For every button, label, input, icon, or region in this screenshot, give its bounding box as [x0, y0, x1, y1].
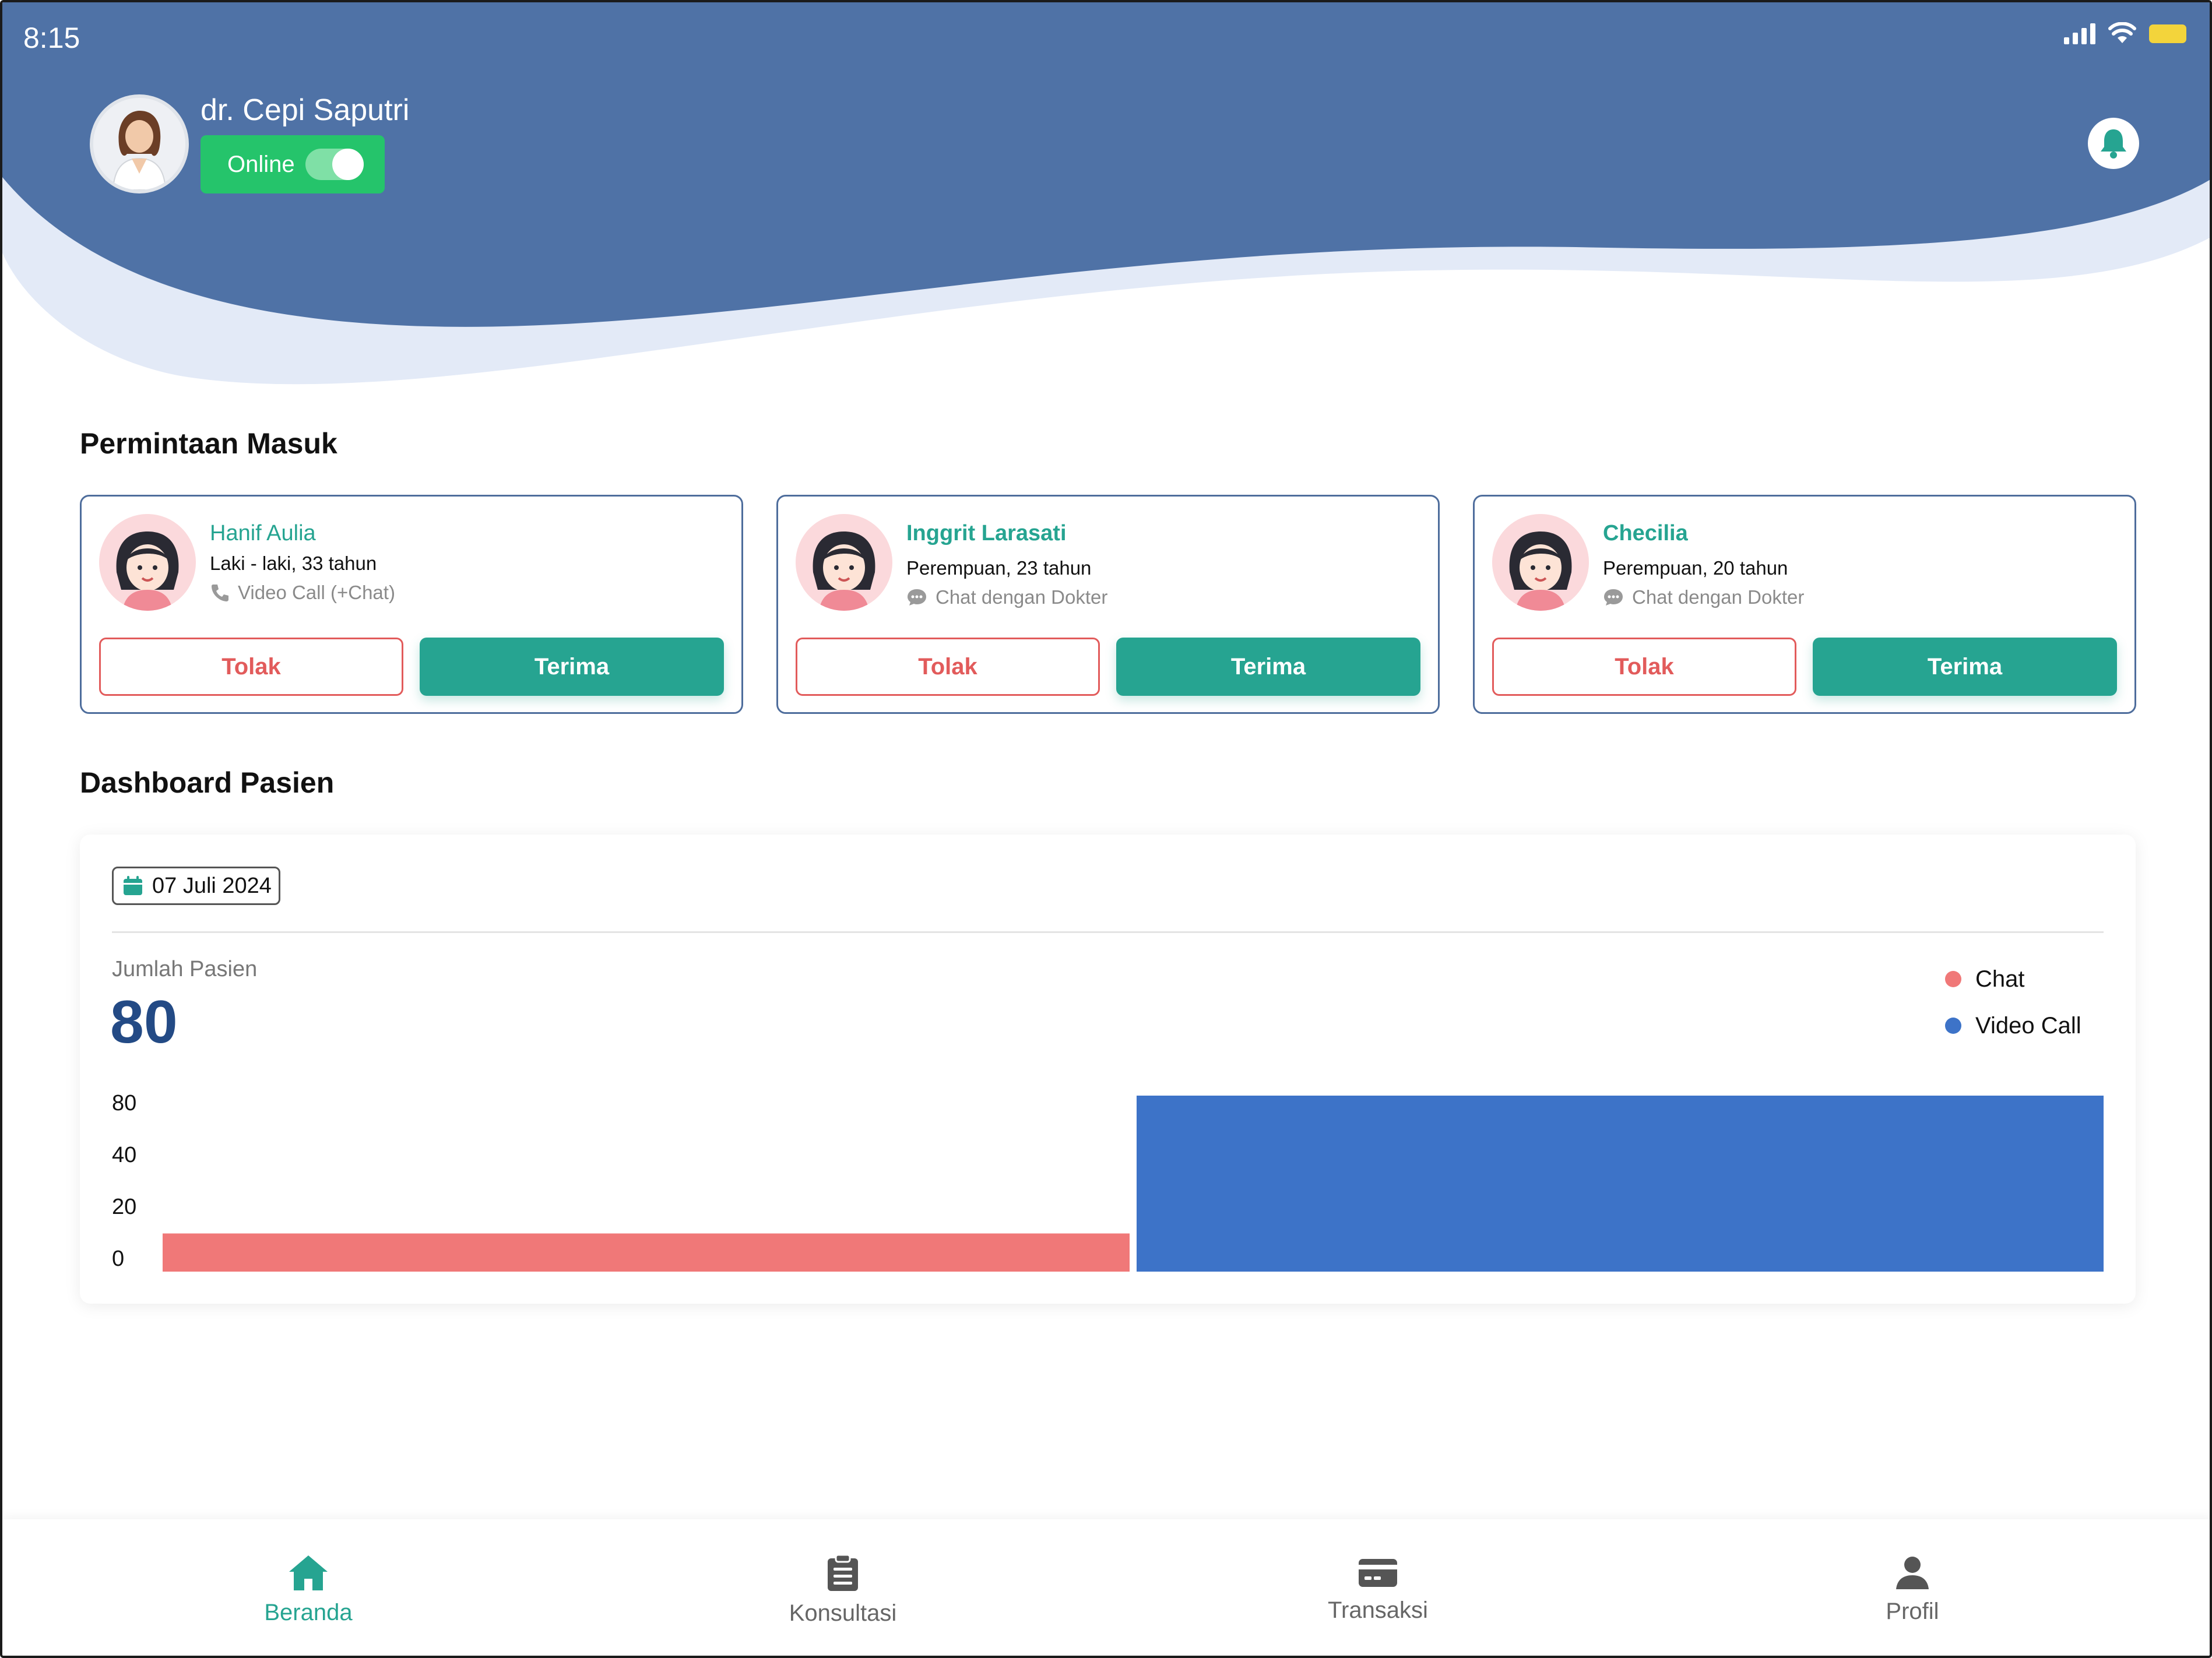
chat-bubble-icon	[908, 589, 926, 606]
doctor-name: dr. Cepi Saputri	[201, 93, 410, 127]
nav-item-profil[interactable]: Profil	[1796, 1519, 2029, 1656]
consult-type: Chat dengan Dokter	[1603, 586, 1804, 608]
nav-label: Konsultasi	[789, 1600, 897, 1626]
clipboard-icon	[828, 1554, 858, 1591]
online-status-label: Online	[227, 151, 295, 177]
nav-item-beranda[interactable]: Beranda	[192, 1519, 425, 1656]
reject-button[interactable]: Tolak	[1492, 638, 1796, 696]
patient-info: Perempuan, 23 tahun	[906, 557, 1092, 579]
y-tick-label: 0	[112, 1247, 124, 1271]
y-tick-label: 80	[112, 1091, 136, 1115]
status-time: 8:15	[23, 22, 80, 54]
reject-button[interactable]: Tolak	[796, 638, 1100, 696]
y-tick-label: 40	[112, 1143, 136, 1167]
patient-avatar	[796, 514, 892, 611]
bottom-navigation: Beranda Konsultasi Transaksi Profil	[2, 1519, 2210, 1656]
wifi-icon	[2108, 22, 2136, 43]
battery-icon	[2149, 24, 2186, 43]
notification-button[interactable]	[2088, 118, 2139, 169]
phone-icon	[212, 585, 228, 601]
nav-label: Profil	[1886, 1598, 1939, 1624]
consult-type-label: Video Call (+Chat)	[238, 582, 395, 603]
reject-button[interactable]: Tolak	[99, 638, 403, 696]
doctor-portrait	[93, 98, 185, 190]
consult-type-label: Chat dengan Dokter	[1632, 586, 1805, 608]
patient-avatar	[1492, 514, 1589, 611]
header-background	[2, 2, 2210, 385]
consult-type: Chat dengan Dokter	[906, 586, 1107, 608]
online-status-toggle[interactable]: Online	[201, 135, 385, 193]
accept-button[interactable]: Terima	[1813, 638, 2117, 696]
patient-info: Perempuan, 20 tahun	[1603, 557, 1788, 579]
nav-item-konsultasi[interactable]: Konsultasi	[726, 1519, 959, 1656]
doctor-avatar[interactable]	[90, 94, 189, 193]
bar-video-call[interactable]	[1137, 1096, 2104, 1272]
bell-icon	[2101, 129, 2126, 159]
consult-type: Video Call (+Chat)	[210, 582, 395, 604]
consult-type-label: Chat dengan Dokter	[936, 586, 1108, 608]
online-switch[interactable]	[305, 149, 364, 180]
chat-bubble-icon	[1604, 589, 1623, 606]
patient-bar-chart: 0 20 40 80	[112, 1091, 2104, 1272]
patient-avatar	[99, 514, 196, 611]
status-icons	[2064, 22, 2186, 45]
nav-label: Beranda	[264, 1599, 353, 1625]
patient-info: Laki - laki, 33 tahun	[210, 552, 377, 574]
patient-name: Hanif Aulia	[210, 521, 316, 545]
switch-knob	[332, 149, 364, 180]
person-icon	[1896, 1556, 1929, 1589]
nav-item-transaksi[interactable]: Transaksi	[1261, 1519, 1494, 1656]
dashboard-title: Dashboard Pasien	[80, 766, 335, 799]
requests-title: Permintaan Masuk	[80, 427, 337, 460]
request-card: Inggrit Larasati Perempuan, 23 tahun Cha…	[776, 495, 1440, 714]
card-icon	[1359, 1558, 1397, 1587]
request-card: Checilia Perempuan, 20 tahun Chat dengan…	[1473, 495, 2136, 714]
accept-button[interactable]: Terima	[1116, 638, 1420, 696]
signal-icon	[2064, 23, 2095, 44]
dashboard-card: 07 Juli 2024 Jumlah Pasien 80 Chat Video…	[80, 835, 2136, 1304]
home-icon	[289, 1555, 328, 1590]
patient-name: Checilia	[1603, 521, 1688, 545]
app-screen: 8:15 dr. Cepi Saputri Online Permintaan …	[0, 0, 2212, 1658]
request-card: Hanif Aulia Laki - laki, 33 tahun Video …	[80, 495, 743, 714]
bar-chat[interactable]	[163, 1233, 1130, 1272]
y-tick-label: 20	[112, 1195, 136, 1219]
accept-button[interactable]: Terima	[420, 638, 724, 696]
nav-label: Transaksi	[1328, 1597, 1428, 1623]
patient-name: Inggrit Larasati	[906, 521, 1067, 545]
